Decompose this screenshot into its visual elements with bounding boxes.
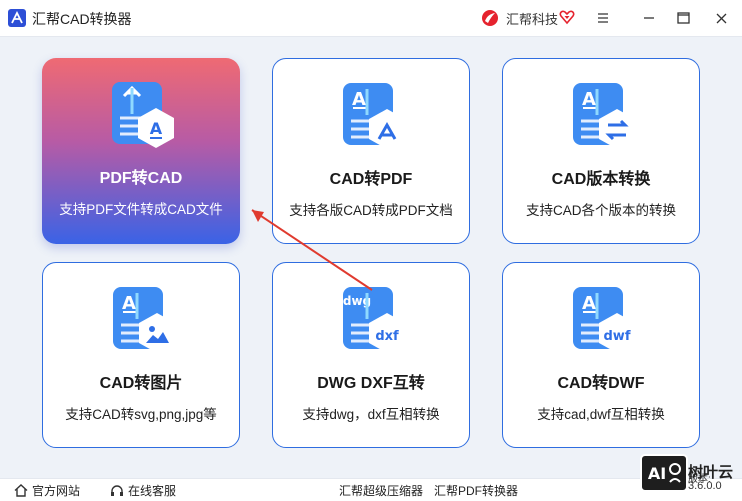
card-cad-to-pdf[interactable]: A CAD转PDF 支持各版CAD转成PDF文档 <box>272 58 470 244</box>
minimize-icon <box>644 17 654 19</box>
card-description: 支持CAD转svg,png,jpg等 <box>65 407 217 422</box>
compressor-link[interactable]: 汇帮超级压缩器 <box>339 482 423 499</box>
card-title: PDF转CAD <box>99 170 183 187</box>
brand-name: 汇帮科技 <box>506 12 559 27</box>
watermark: AI 树叶云 <box>640 454 740 494</box>
menu-button[interactable] <box>590 6 616 30</box>
svg-text:A: A <box>582 89 596 110</box>
watermark-text: 树叶云 <box>688 464 734 481</box>
card-description: 支持cad,dwf互相转换 <box>537 407 665 422</box>
pdf-converter-link[interactable]: 汇帮PDF转换器 <box>434 482 518 499</box>
close-icon <box>716 13 726 23</box>
cad-to-pdf-icon: A <box>343 83 405 149</box>
maximize-button[interactable] <box>670 6 696 30</box>
vip-heart-icon[interactable] <box>559 9 575 25</box>
card-title: CAD转图片 <box>99 375 183 392</box>
close-button[interactable] <box>708 6 734 30</box>
dwf-badge-text: dwf <box>604 329 631 344</box>
headset-icon <box>111 484 123 496</box>
app-logo-icon <box>8 9 26 27</box>
minimize-button[interactable] <box>636 6 662 30</box>
app-title: 汇帮CAD转换器 <box>32 11 132 27</box>
svg-text:A: A <box>122 293 136 314</box>
home-icon <box>14 484 28 497</box>
menu-icon <box>598 13 608 23</box>
card-title: CAD版本转换 <box>551 171 651 188</box>
title-bar: 汇帮CAD转换器 汇帮科技 <box>0 0 742 37</box>
footer-bar: 官方网站 在线客服 汇帮超级压缩器 汇帮PDF转换器 版本: 3.6.0.0 <box>0 474 742 501</box>
card-pdf-to-cad[interactable]: A PDF转CAD 支持PDF文件转成CAD文件 <box>42 58 240 244</box>
card-description: 支持dwg，dxf互相转换 <box>302 407 440 422</box>
card-title: CAD转PDF <box>329 171 413 188</box>
online-service-label: 在线客服 <box>128 484 177 498</box>
cad-to-image-icon: A <box>113 287 175 353</box>
dxf-badge-text: dxf <box>375 329 399 344</box>
card-cad-to-image[interactable]: A CAD转图片 支持CAD转svg,png,jpg等 <box>42 262 240 448</box>
official-site-link[interactable]: 官方网站 <box>14 482 80 499</box>
cad-version-icon: A <box>573 83 635 149</box>
pdf-to-cad-icon: A <box>112 82 174 148</box>
cad-to-dwf-icon: A dwf <box>573 287 635 353</box>
card-description: 支持CAD各个版本的转换 <box>525 203 676 218</box>
card-title: DWG DXF互转 <box>317 375 425 392</box>
card-title: CAD转DWF <box>557 375 645 392</box>
svg-text:A: A <box>582 293 596 314</box>
svg-text:A: A <box>352 89 366 110</box>
card-description: 支持PDF文件转成CAD文件 <box>59 202 223 217</box>
online-service-link[interactable]: 在线客服 <box>110 482 176 499</box>
dwg-dxf-icon: dwg dxf <box>343 287 405 353</box>
brand-logo-icon <box>482 10 498 26</box>
card-dwg-dxf[interactable]: dwg dxf DWG DXF互转 支持dwg，dxf互相转换 <box>272 262 470 448</box>
card-cad-to-dwf[interactable]: A dwf CAD转DWF 支持cad,dwf互相转换 <box>502 262 700 448</box>
svg-text:A: A <box>150 119 163 138</box>
watermark-logo: AI <box>640 454 688 492</box>
card-description: 支持各版CAD转成PDF文档 <box>289 203 453 218</box>
maximize-icon <box>676 12 690 24</box>
official-site-label: 官方网站 <box>32 484 81 498</box>
watermark-box-text: AI <box>648 464 666 483</box>
card-cad-version[interactable]: A CAD版本转换 支持CAD各个版本的转换 <box>502 58 700 244</box>
